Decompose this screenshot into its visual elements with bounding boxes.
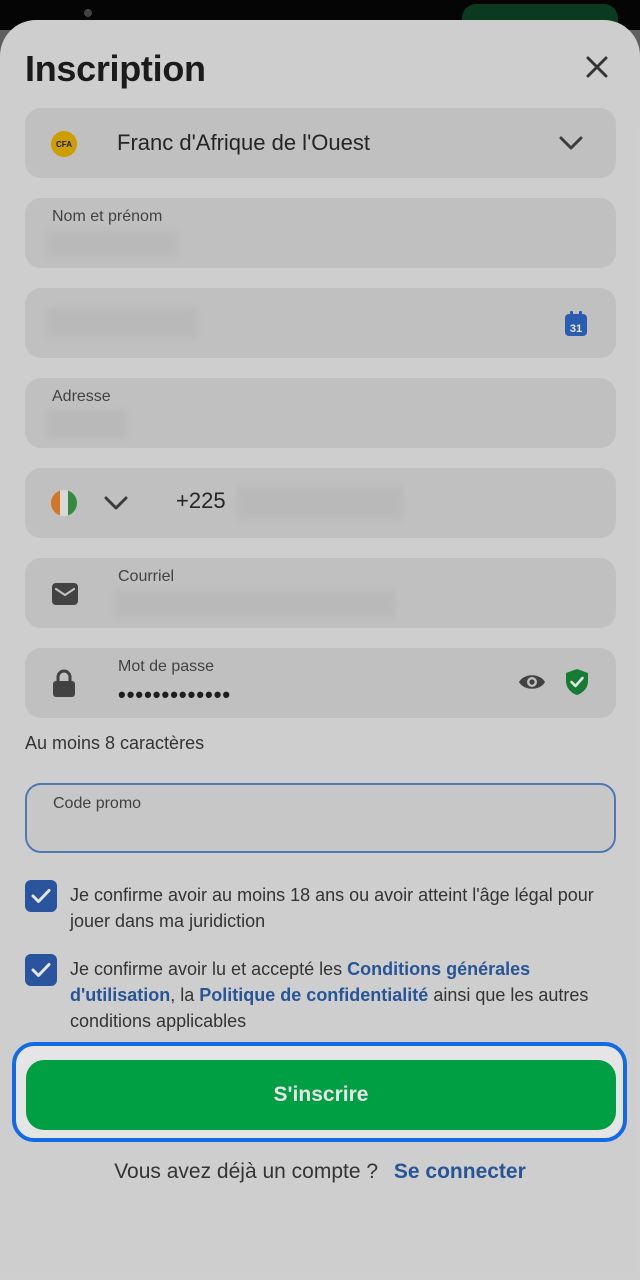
email-label: Courriel: [118, 568, 175, 585]
shield-check-icon: [566, 669, 588, 695]
registration-sheet: Inscription CFA Franc d'Afrique de l'Oue…: [0, 20, 640, 1280]
page-title: Inscription: [25, 48, 206, 89]
age-consent-text: Je confirme avoir au moins 18 ans ou avo…: [70, 885, 594, 931]
checkmark-icon: [31, 889, 51, 903]
signup-button[interactable]: S'inscrire: [26, 1060, 616, 1130]
terms-consent-text: Je confirme avoir lu et accepté les Cond…: [70, 956, 610, 1034]
eye-icon[interactable]: [518, 672, 546, 692]
calendar-icon[interactable]: 31: [564, 311, 588, 337]
birth-date-value-redacted: [47, 308, 197, 338]
checkmark-icon: [31, 963, 51, 977]
currency-select[interactable]: CFA Franc d'Afrique de l'Ouest: [25, 108, 616, 178]
birth-date-field[interactable]: 31: [25, 288, 616, 358]
password-value: •••••••••••••: [118, 682, 232, 707]
terms-consent-checkbox[interactable]: [25, 954, 57, 986]
lock-icon: [53, 669, 75, 697]
envelope-icon: [52, 583, 78, 605]
ivory-coast-flag-icon: [51, 490, 77, 516]
terms-mid: , la: [170, 985, 200, 1005]
close-icon: [586, 56, 608, 78]
chevron-down-icon: [559, 136, 583, 150]
camera-dot: [84, 9, 92, 17]
login-link[interactable]: Se connecter: [394, 1160, 526, 1183]
promo-code-label: Code promo: [53, 795, 142, 812]
privacy-link[interactable]: Politique de confidentialité: [199, 985, 428, 1005]
phone-prefix: +225: [176, 488, 226, 513]
address-value-redacted: [47, 410, 127, 438]
address-label: Adresse: [52, 388, 111, 405]
email-field[interactable]: Courriel: [25, 558, 616, 628]
address-field[interactable]: Adresse: [25, 378, 616, 448]
phone-value-redacted: [237, 486, 403, 520]
country-chevron-down-icon[interactable]: [104, 495, 128, 511]
email-value-redacted: [115, 590, 395, 618]
close-button[interactable]: [578, 48, 616, 86]
full-name-field[interactable]: Nom et prénom: [25, 198, 616, 268]
cfa-currency-icon: CFA: [51, 131, 77, 157]
age-consent-checkbox[interactable]: [25, 880, 57, 912]
password-hint: Au moins 8 caractères: [25, 733, 205, 753]
currency-value: Franc d'Afrique de l'Ouest: [117, 130, 370, 155]
password-label: Mot de passe: [118, 658, 215, 675]
phone-field[interactable]: +225: [25, 468, 616, 538]
calendar-day: 31: [570, 323, 582, 335]
login-question: Vous avez déjà un compte ?: [114, 1160, 379, 1183]
full-name-label: Nom et prénom: [52, 208, 163, 225]
promo-code-input[interactable]: Code promo: [25, 783, 616, 853]
full-name-value-redacted: [47, 230, 177, 258]
password-field[interactable]: Mot de passe •••••••••••••: [25, 648, 616, 718]
login-row: Vous avez déjà un compte ? Se connecter: [0, 1160, 640, 1184]
terms-prefix: Je confirme avoir lu et accepté les: [70, 959, 348, 979]
